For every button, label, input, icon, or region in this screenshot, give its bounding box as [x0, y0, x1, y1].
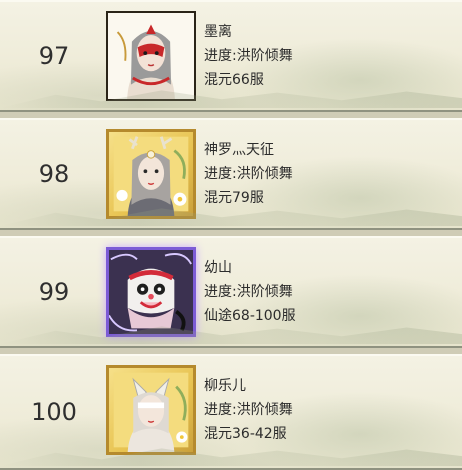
rank-number: 97 [38, 42, 70, 70]
leaderboard-row[interactable]: 97 墨离 进度:洪阶倾舞 混元66服 [0, 0, 462, 112]
portrait-icon [108, 13, 194, 99]
rank-number: 99 [38, 278, 70, 306]
leaderboard-row[interactable]: 100 柳乐儿 进度:洪阶倾舞 混元36-42服 [0, 354, 462, 470]
server-text: 混元79服 [204, 190, 264, 206]
player-name: 幼山 [204, 260, 232, 276]
fox-portrait-icon [113, 372, 189, 452]
player-name: 柳乐儿 [204, 378, 246, 394]
player-avatar[interactable] [106, 247, 196, 337]
player-info: 墨离 进度:洪阶倾舞 混元66服 [204, 0, 454, 112]
rank-number: 98 [38, 160, 70, 188]
lion-mask-icon [109, 250, 193, 334]
progress-text: 进度:洪阶倾舞 [204, 402, 293, 418]
progress-text: 进度:洪阶倾舞 [204, 166, 293, 182]
player-info: 柳乐儿 进度:洪阶倾舞 混元36-42服 [204, 354, 454, 466]
progress-text: 进度:洪阶倾舞 [204, 48, 293, 64]
player-name: 墨离 [204, 24, 232, 40]
server-text: 混元36-42服 [204, 426, 287, 442]
portrait-icon [113, 136, 189, 216]
player-info: 神罗灬天征 进度:洪阶倾舞 混元79服 [204, 118, 454, 230]
leaderboard-row[interactable]: 98 神罗灬天征 进度:洪阶倾舞 混元79服 [0, 118, 462, 230]
progress-text: 进度:洪阶倾舞 [204, 284, 293, 300]
player-name: 神罗灬天征 [204, 142, 274, 158]
leaderboard-list: 97 墨离 进度:洪阶倾舞 混元66服 98 神罗灬天征 进度:洪阶倾舞 混元7… [0, 0, 462, 470]
server-text: 混元66服 [204, 72, 264, 88]
player-avatar[interactable] [106, 11, 196, 101]
player-info: 幼山 进度:洪阶倾舞 仙途68-100服 [204, 236, 454, 348]
player-avatar[interactable] [106, 365, 196, 455]
server-text: 仙途68-100服 [204, 308, 296, 324]
rank-number: 100 [31, 398, 77, 426]
player-avatar[interactable] [106, 129, 196, 219]
leaderboard-row[interactable]: 99 幼山 进度:洪阶倾舞 仙途68-100服 [0, 236, 462, 348]
